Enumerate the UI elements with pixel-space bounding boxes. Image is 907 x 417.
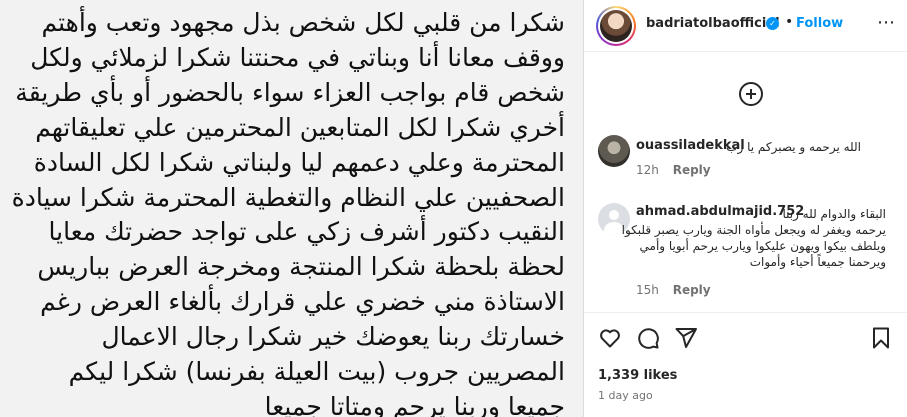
caption-line: الصحفيين علي النظام والتغطية المحترمة شك… [11,182,565,212]
likes-count[interactable]: 1,339 likes [598,368,677,383]
more-options-icon[interactable]: ⋯ [877,14,896,32]
commenter-avatar[interactable] [598,135,630,167]
bookmark-icon[interactable] [869,326,893,350]
follow-button[interactable]: Follow [796,16,843,31]
comment-text: الله يرحمه و يصبركم يا رب [726,140,861,154]
profile-username[interactable]: badriatolbaofficial [646,16,780,31]
caption-line: شكرا من قلبي لكل شخص بذل مجهود وتعب وأهت… [41,8,565,37]
comment-text-line: يرحمه ويغفر له ويجعل مأواه الجنة ويارب ي… [621,223,886,237]
caption-line: لحظة بلحظة شكرا المنتجة ومخرجة العرض ببا… [37,252,565,282]
caption-line: المصريين جروب (بيت العيلة بفرنسا) شكرا ل… [68,357,565,387]
heart-icon[interactable] [598,326,622,350]
caption-line: الاستاذة مني خضري علي قرارك بألغاء العرض… [40,287,565,317]
post-caption-image-text: شكرا من قلبي لكل شخص بذل مجهود وتعب وأهت… [0,0,583,417]
caption-line: النقيب دكتور أشرف زكي على تواجد حضرتك مع… [48,217,565,247]
caption-line: المحترمة وعلي دعمهم ليا ولبناتي شكرا لكل… [33,147,565,177]
comment-text-line: البقاء والدوام لله ربنا [782,207,886,221]
comment-text-line: ويلطف بيكوا ويهون عليكوا ويارب يرحم أبوي… [639,239,886,253]
comment-text-line: ويرحمنا جميعاً أحياء وأموات [749,255,886,269]
comment-meta: 15h Reply [636,283,711,297]
verified-badge-icon: ✓ [766,17,779,30]
post-header: badriatolbaofficial ✓ • Follow ⋯ [584,0,907,52]
comment-icon[interactable] [636,326,660,350]
side-panel: badriatolbaofficial ✓ • Follow ⋯ ouassil… [584,0,907,417]
caption-line: شخص قام بواجب العزاء سواء بالحضور أو بأي… [15,77,565,107]
caption-line: خسارتك ربنا يعوضك خير شكرا رجال الاعمال [101,322,565,352]
comment-item: ahmad.abdulmajid.752 البقاء والدوام لله … [598,203,898,303]
comment-time: 15h [636,283,659,297]
comment-username[interactable]: ahmad.abdulmajid.752 [636,204,804,219]
share-icon[interactable] [674,326,698,350]
reply-button[interactable]: Reply [673,283,711,297]
caption-line: أخري شكرا لكل المتابعين المحترمين علي تع… [35,112,565,142]
avatar-image [600,10,632,42]
post-image: شكرا من قلبي لكل شخص بذل مجهود وتعب وأهت… [0,0,583,417]
caption-line: ووقف معانا أنا وبناتي في محنتنا شكرا لزم… [30,42,565,72]
caption-line: جميعا وربنا يرحم ومتاتا جميعا [264,391,565,417]
profile-avatar[interactable] [596,6,636,46]
comment-meta: 12h Reply [636,163,711,177]
separator-dot: • [785,14,794,30]
divider [584,312,907,313]
comment-item: ouassiladekkal الله يرحمه و يصبركم يا رب… [598,135,898,180]
post-time[interactable]: 1 day ago [598,389,653,402]
reply-button[interactable]: Reply [673,163,711,177]
comment-time: 12h [636,163,659,177]
add-circle-icon[interactable] [739,82,763,106]
action-bar [584,322,907,354]
